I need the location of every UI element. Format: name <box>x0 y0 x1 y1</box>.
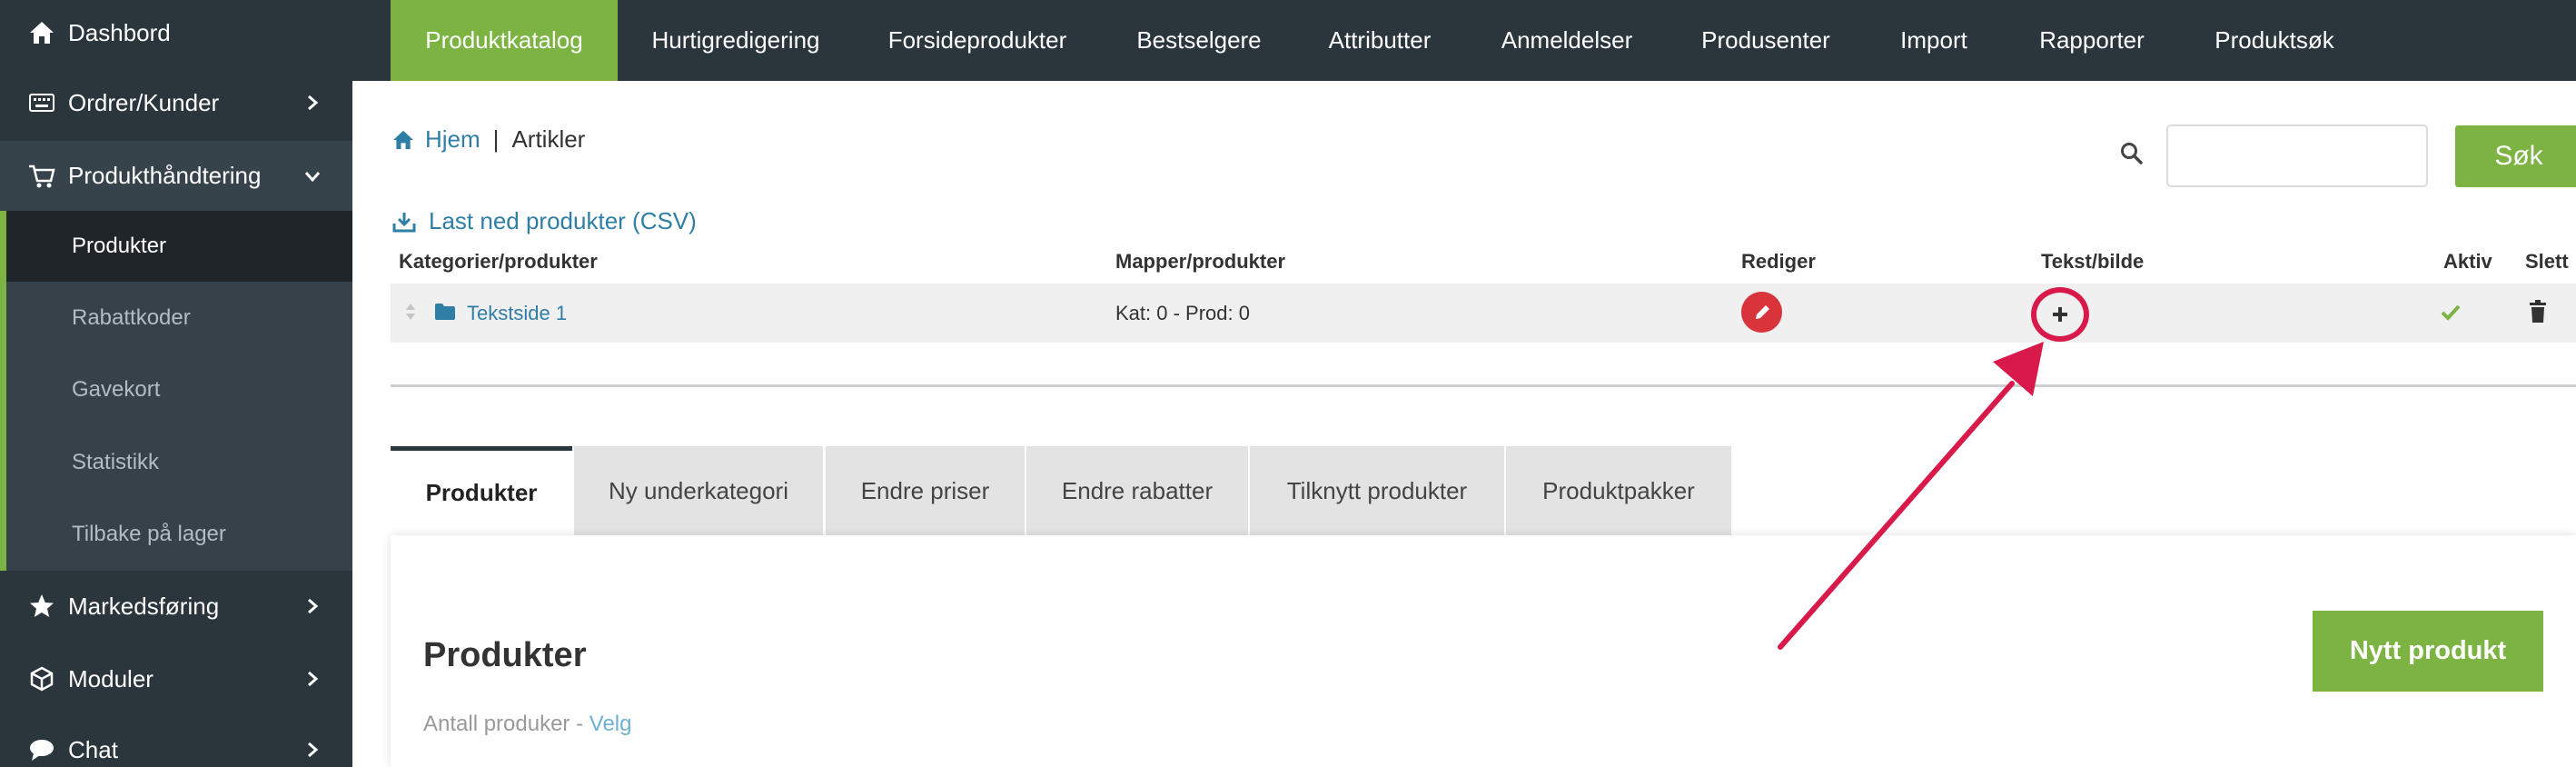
drag-handle-icon[interactable] <box>404 302 417 322</box>
breadcrumb: Hjem | Artikler <box>392 125 585 154</box>
search-button[interactable]: Søk <box>2455 125 2576 187</box>
tab-ny-underkategori[interactable]: Ny underkategori <box>574 446 823 535</box>
tab-forsideprodukter[interactable]: Forsideprodukter <box>876 0 1079 81</box>
add-text-image-button[interactable] <box>2031 287 2089 342</box>
column-header-mapper: Mapper/produkter <box>1115 250 1286 273</box>
category-link[interactable]: Tekstside 1 <box>467 302 567 325</box>
download-csv-label: Last ned produkter (CSV) <box>429 207 697 234</box>
tab-produkter[interactable]: Produkter <box>391 446 572 535</box>
new-product-button[interactable]: Nytt produkt <box>2313 611 2543 692</box>
breadcrumb-current: Artikler <box>511 125 586 153</box>
chevron-down-icon <box>304 171 321 182</box>
folder-icon <box>435 304 455 320</box>
sidebar-item-moduler[interactable]: Moduler <box>0 653 352 704</box>
chevron-right-icon <box>308 671 319 687</box>
section-divider <box>391 384 2576 387</box>
sidebar-item-ordrer-kunder[interactable]: Ordrer/Kunder <box>0 77 352 128</box>
sidebar-item-label: Markedsføring <box>68 592 220 620</box>
home-icon <box>393 130 413 149</box>
sidebar-item-label: Dashbord <box>68 18 171 46</box>
product-count: Antall produker - Velg <box>423 712 631 737</box>
plus-icon <box>2053 307 2067 322</box>
edit-button[interactable] <box>1741 292 1782 333</box>
tab-tilknytt-produkter[interactable]: Tilknytt produkter <box>1250 446 1504 535</box>
sidebar-item-markedsforing[interactable]: Markedsføring <box>0 581 352 632</box>
column-header-kategorier: Kategorier/produkter <box>399 250 598 273</box>
sidebar-item-dashbord[interactable]: Dashbord <box>0 7 352 58</box>
tab-produsenter[interactable]: Produsenter <box>1689 0 1842 81</box>
pencil-icon <box>1755 304 1769 319</box>
tab-produktsok[interactable]: Produktsøk <box>2202 0 2347 81</box>
trash-icon[interactable] <box>2528 300 2548 324</box>
category-count: Kat: 0 - Prod: 0 <box>1115 302 1250 324</box>
table-row <box>391 284 2576 343</box>
breadcrumb-separator: | <box>492 125 500 153</box>
tab-bestselgere[interactable]: Bestselgere <box>1119 0 1279 81</box>
sidebar-subitem-rabattkoder[interactable]: Rabattkoder <box>6 283 352 354</box>
search-input[interactable] <box>2166 125 2428 187</box>
column-header-slett: Slett <box>2525 250 2569 273</box>
tab-attributter[interactable]: Attributter <box>1317 0 1442 81</box>
keyboard-icon <box>27 88 56 117</box>
select-link[interactable]: Velg <box>590 712 632 736</box>
sidebar-subitem-label: Produkter <box>72 234 167 258</box>
sidebar-item-produkthandtering[interactable]: Produkthåndtering <box>0 141 352 211</box>
sidebar-item-chat[interactable]: Chat <box>0 724 352 767</box>
download-csv-link[interactable]: Last ned produkter (CSV) <box>392 207 697 235</box>
sidebar-subitem-label: Gavekort <box>72 377 161 402</box>
product-count-label: Antall produker - <box>423 712 590 736</box>
chevron-right-icon <box>308 598 319 614</box>
search-icon <box>2121 143 2143 164</box>
sidebar-item-label: Ordrer/Kunder <box>68 88 220 116</box>
home-icon <box>27 18 56 47</box>
chat-icon <box>27 735 56 764</box>
cube-icon <box>27 664 56 693</box>
sidebar-subitem-label: Statistikk <box>72 450 160 474</box>
column-header-aktiv: Aktiv <box>2443 250 2492 273</box>
column-header-rediger: Rediger <box>1741 250 1816 273</box>
breadcrumb-home-link[interactable]: Hjem <box>425 125 481 154</box>
sidebar-item-label: Chat <box>68 735 118 763</box>
tab-anmeldelser[interactable]: Anmeldelser <box>1481 0 1653 81</box>
active-indicator <box>0 211 6 571</box>
sidebar-item-label: Moduler <box>68 664 154 692</box>
chevron-right-icon <box>308 95 319 111</box>
sidebar-subitem-label: Rabattkoder <box>72 305 191 330</box>
tab-produktpakker[interactable]: Produktpakker <box>1506 446 1731 535</box>
sidebar-subitem-tilbake-pa-lager[interactable]: Tilbake på lager <box>6 499 352 570</box>
sidebar-subitem-statistikk[interactable]: Statistikk <box>6 427 352 498</box>
tab-endre-rabatter[interactable]: Endre rabatter <box>1026 446 1248 535</box>
download-icon <box>392 212 416 232</box>
sidebar: Dashbord Ordrer/Kunder Produkthåndtering… <box>0 0 352 767</box>
column-header-tekst-bilde: Tekst/bilde <box>2041 250 2145 273</box>
tab-hurtigredigering[interactable]: Hurtigredigering <box>630 0 841 81</box>
star-icon <box>27 592 56 621</box>
chevron-right-icon <box>308 742 319 758</box>
tab-import[interactable]: Import <box>1887 0 1980 81</box>
panel-title: Produkter <box>423 636 587 674</box>
sidebar-subitem-produkter[interactable]: Produkter <box>6 211 352 282</box>
tab-rapporter[interactable]: Rapporter <box>2026 0 2158 81</box>
sidebar-subitem-gavekort[interactable]: Gavekort <box>6 354 352 425</box>
tab-endre-priser[interactable]: Endre priser <box>826 446 1025 535</box>
sidebar-item-label: Produkthåndtering <box>68 162 262 189</box>
cart-icon <box>27 162 56 191</box>
check-icon[interactable] <box>2441 303 2461 321</box>
sidebar-subitem-label: Tilbake på lager <box>72 522 226 546</box>
content-panel <box>391 535 2576 767</box>
tab-produktkatalog[interactable]: Produktkatalog <box>391 0 618 81</box>
